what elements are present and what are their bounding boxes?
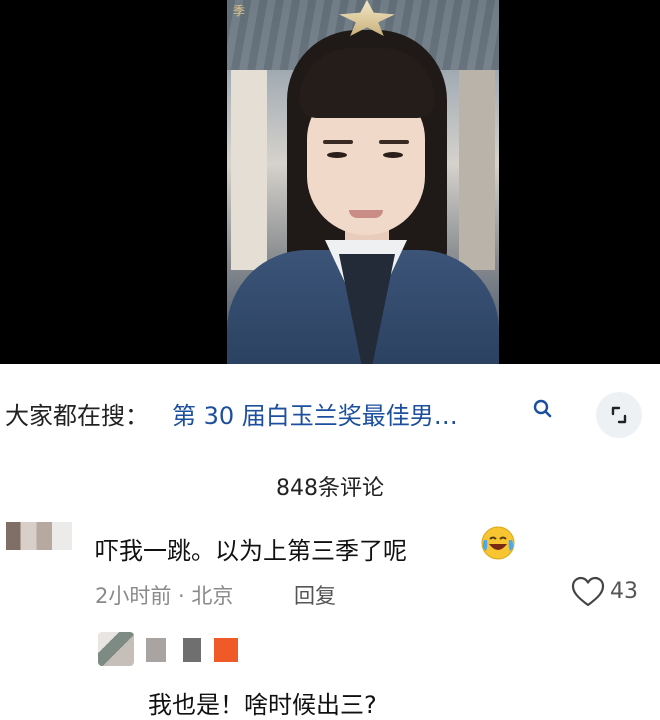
- person-eye: [383, 152, 403, 158]
- comment-text: 吓我一跳。以为上第三季了呢: [95, 537, 407, 565]
- comment-count: 848条评论: [276, 476, 384, 501]
- video-watermark: 季: [233, 4, 246, 18]
- person-mouth: [349, 210, 383, 218]
- username-blurred[interactable]: [146, 638, 238, 662]
- search-suggestion-link[interactable]: 第 30 届白玉兰奖最佳男…: [172, 396, 458, 431]
- video-frame[interactable]: 季: [227, 0, 499, 364]
- background-pillar: [459, 70, 495, 270]
- search-icon[interactable]: [532, 398, 554, 420]
- laughing-crying-emoji-icon: [481, 526, 515, 560]
- heart-icon[interactable]: [571, 576, 605, 608]
- search-suggestion-prefix: 大家都在搜：: [5, 402, 149, 430]
- comment-meta: 2小时前 · 北京: [95, 584, 234, 608]
- video-player[interactable]: 季: [0, 0, 660, 364]
- person-bangs: [299, 48, 435, 118]
- like-count: 43: [610, 579, 638, 604]
- expand-button[interactable]: [596, 392, 642, 438]
- expand-icon: [611, 406, 627, 424]
- search-suggestion-bar[interactable]: 大家都在搜： 第 30 届白玉兰奖最佳男…: [0, 384, 660, 440]
- avatar[interactable]: [6, 522, 72, 550]
- reply-button[interactable]: 回复: [294, 580, 336, 610]
- background-pillar: [231, 70, 267, 270]
- person-brow: [379, 140, 409, 144]
- avatar[interactable]: [98, 632, 134, 666]
- person-eye: [327, 152, 347, 158]
- person-brow: [323, 140, 353, 144]
- reply-text: 我也是！啥时候出三?: [148, 691, 377, 719]
